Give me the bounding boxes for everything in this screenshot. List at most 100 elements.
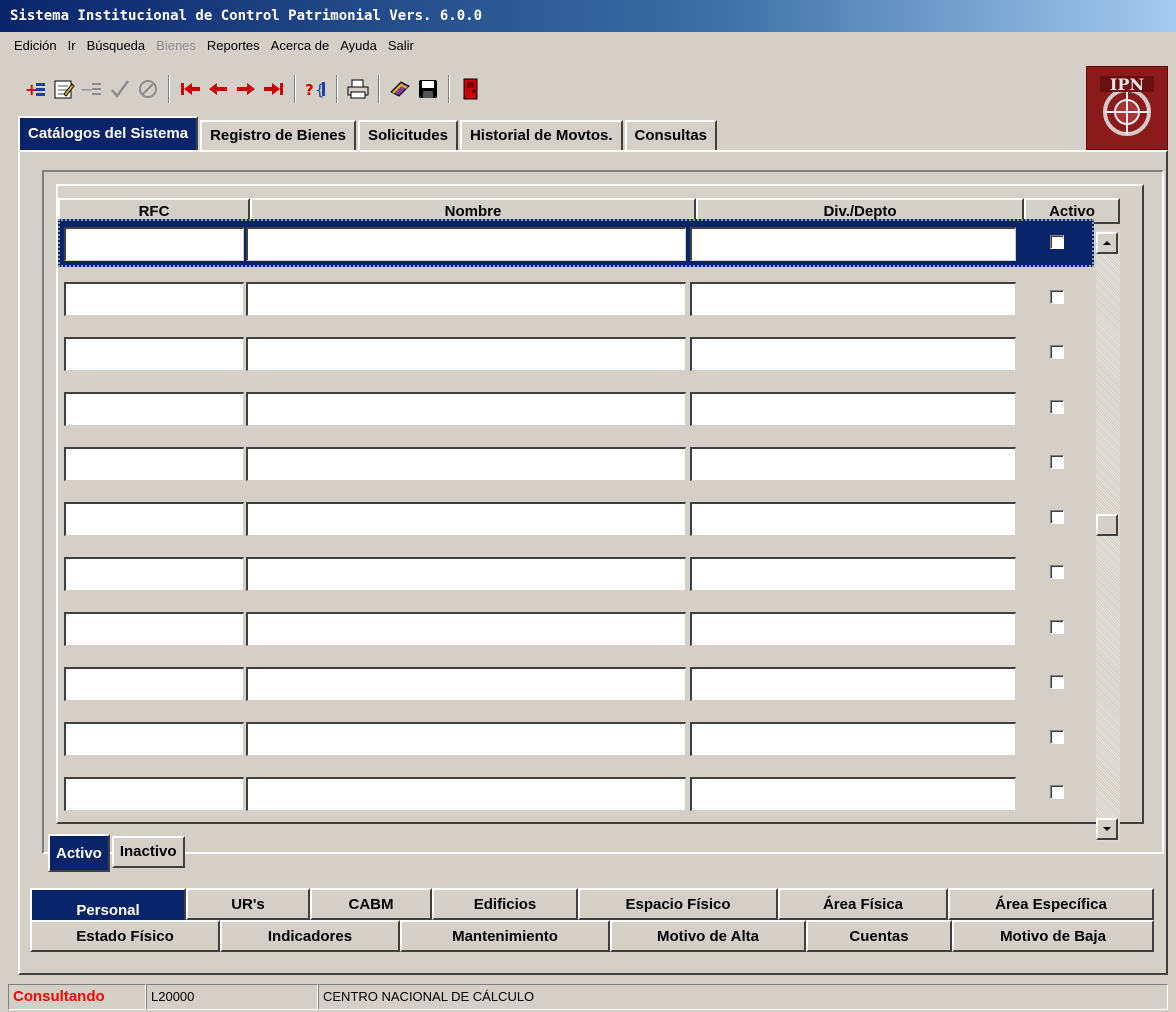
catalog-tab-5[interactable]: Espacio Físico [578,888,778,920]
table-row[interactable] [58,384,1094,432]
menu-item-reportes[interactable]: Reportes [207,34,260,58]
activo-checkbox[interactable] [1050,455,1064,469]
activo-checkbox[interactable] [1050,345,1064,359]
exit-door-icon[interactable] [456,74,484,104]
activo-checkbox[interactable] [1050,620,1064,634]
rfc-field[interactable] [64,777,244,811]
scroll-down-button[interactable] [1096,818,1118,840]
depto-combo[interactable] [690,282,1016,316]
activo-checkbox[interactable] [1050,510,1064,524]
rfc-field[interactable] [64,337,244,371]
menu-item-ir[interactable]: Ir [68,34,76,58]
menu-item-ayuda[interactable]: Ayuda [340,34,377,58]
table-row[interactable] [58,439,1094,487]
table-row[interactable] [58,604,1094,652]
nombre-field[interactable] [246,392,686,426]
catalog-tab-2[interactable]: UR's [186,888,310,920]
rfc-field[interactable] [64,557,244,591]
tab-4[interactable]: Historial de Movtos. [459,120,623,150]
menu-item-edición[interactable]: Edición [14,34,57,58]
print-icon[interactable] [344,74,372,104]
depto-combo[interactable] [690,612,1016,646]
rfc-field[interactable] [64,392,244,426]
table-row[interactable] [58,659,1094,707]
svg-text:−: − [80,80,93,99]
catalog-tab-3[interactable]: Mantenimiento [400,920,610,952]
nombre-field[interactable] [246,447,686,481]
next-record-icon[interactable] [232,74,260,104]
menu-item-acerca-de[interactable]: Acerca de [271,34,330,58]
tab-2[interactable]: Registro de Bienes [200,120,356,150]
rfc-field[interactable] [64,667,244,701]
query-icon[interactable]: ?{ [302,74,330,104]
table-row[interactable] [58,274,1094,322]
last-record-icon[interactable] [260,74,288,104]
table-row[interactable] [58,549,1094,597]
previous-record-icon[interactable] [204,74,232,104]
rfc-field[interactable] [64,502,244,536]
depto-combo[interactable] [690,502,1016,536]
depto-combo[interactable] [690,337,1016,371]
subtab-activo[interactable]: Activo [48,834,110,872]
activo-checkbox[interactable] [1050,290,1064,304]
rfc-field[interactable] [64,722,244,756]
catalog-tab-4[interactable]: Motivo de Alta [610,920,806,952]
subtab-inactivo[interactable]: Inactivo [111,836,185,868]
rfc-field[interactable] [64,447,244,481]
delete-record-icon[interactable]: − [78,74,106,104]
catalog-tab-5[interactable]: Cuentas [806,920,952,952]
depto-combo[interactable] [690,557,1016,591]
bookmark-icon[interactable] [386,74,414,104]
menu-item-búsqueda[interactable]: Búsqueda [87,34,146,58]
catalog-tab-4[interactable]: Edificios [432,888,578,920]
cancel-icon[interactable] [134,74,162,104]
catalog-tab-1[interactable]: Estado Físico [30,920,220,952]
table-row[interactable] [58,494,1094,542]
depto-combo[interactable] [690,227,1016,261]
rfc-field[interactable] [64,612,244,646]
insert-record-icon[interactable]: + [22,74,50,104]
tab-1[interactable]: Catálogos del Sistema [18,116,199,150]
table-row[interactable] [58,219,1094,267]
nombre-field[interactable] [246,557,686,591]
rfc-field[interactable] [64,282,244,316]
catalog-tab-7[interactable]: Área Específica [948,888,1154,920]
edit-record-icon[interactable] [50,74,78,104]
scroll-thumb[interactable] [1096,514,1118,536]
activo-checkbox[interactable] [1050,400,1064,414]
activo-checkbox[interactable] [1050,565,1064,579]
nombre-field[interactable] [246,502,686,536]
menu-item-salir[interactable]: Salir [388,34,414,58]
table-row[interactable] [58,329,1094,377]
rfc-field[interactable] [64,227,244,261]
nombre-field[interactable] [246,282,686,316]
vertical-scrollbar[interactable] [1096,230,1120,842]
catalog-tab-6[interactable]: Motivo de Baja [952,920,1154,952]
scroll-up-button[interactable] [1096,232,1118,254]
depto-combo[interactable] [690,667,1016,701]
nombre-field[interactable] [246,612,686,646]
accept-icon[interactable] [106,74,134,104]
nombre-field[interactable] [246,777,686,811]
nombre-field[interactable] [246,227,686,261]
depto-combo[interactable] [690,777,1016,811]
depto-combo[interactable] [690,392,1016,426]
first-record-icon[interactable] [176,74,204,104]
activo-checkbox[interactable] [1050,785,1064,799]
depto-combo[interactable] [690,722,1016,756]
nombre-field[interactable] [246,667,686,701]
nombre-field[interactable] [246,722,686,756]
catalog-tab-6[interactable]: Área Física [778,888,948,920]
catalog-tab-2[interactable]: Indicadores [220,920,400,952]
activo-checkbox[interactable] [1050,675,1064,689]
catalog-tab-3[interactable]: CABM [310,888,432,920]
depto-combo[interactable] [690,447,1016,481]
nombre-field[interactable] [246,337,686,371]
activo-checkbox[interactable] [1050,730,1064,744]
table-row[interactable] [58,769,1094,817]
save-icon[interactable] [414,74,442,104]
tab-3[interactable]: Solicitudes [357,120,458,150]
tab-5[interactable]: Consultas [624,120,718,150]
activo-checkbox[interactable] [1050,235,1064,249]
table-row[interactable] [58,714,1094,762]
